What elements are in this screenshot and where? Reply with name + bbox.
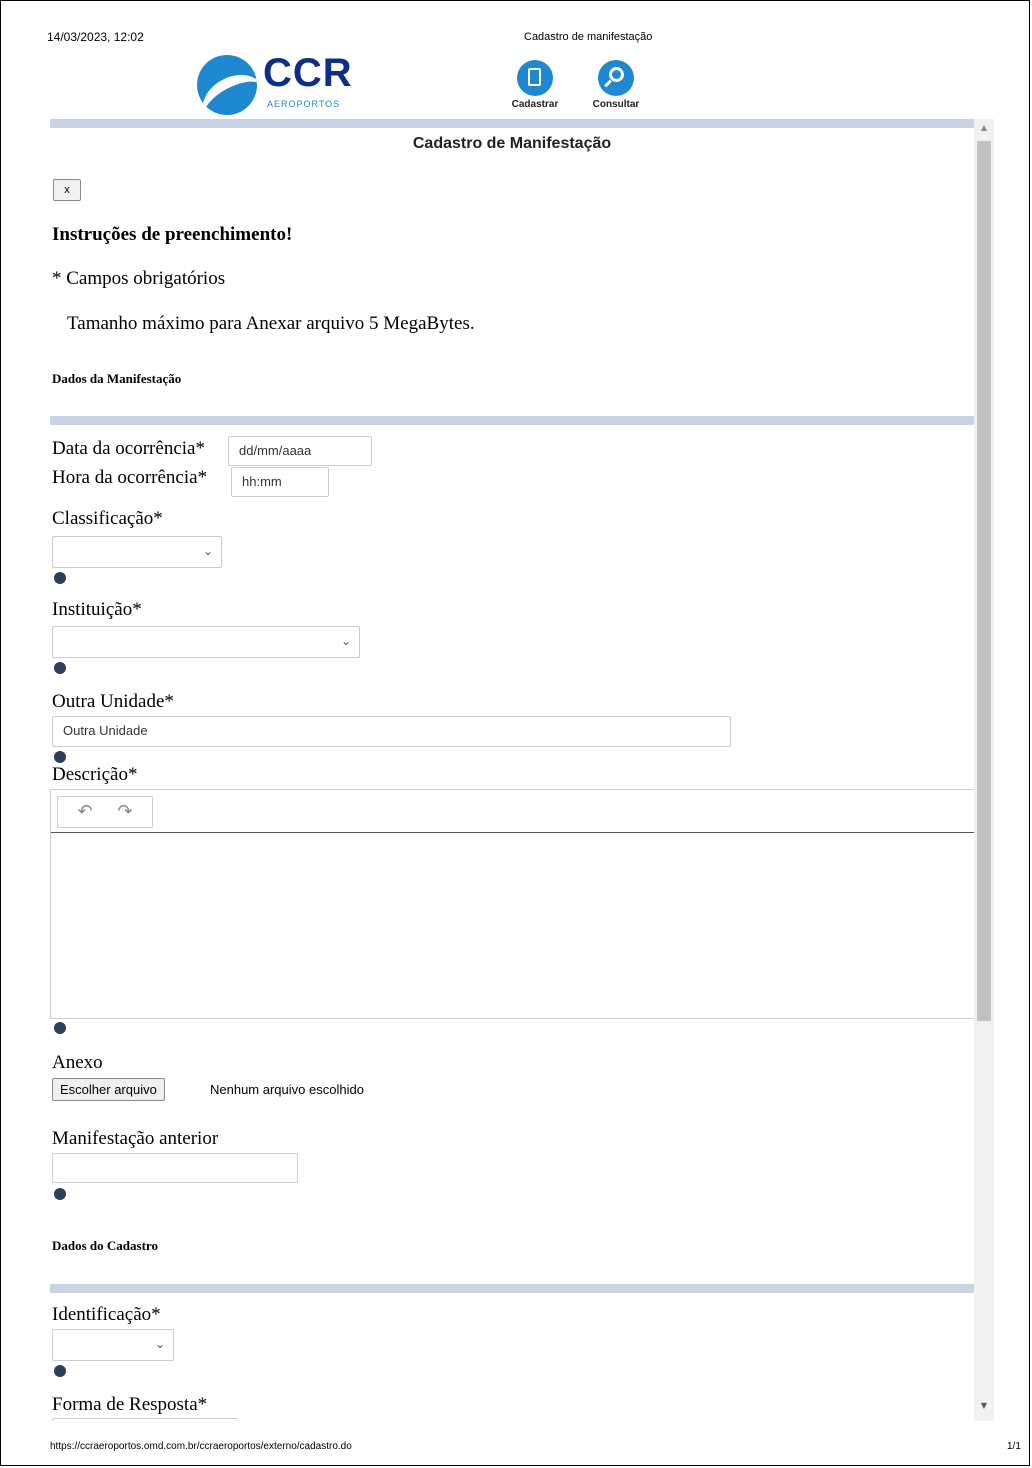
section-manifestation: Dados da Manifestação — [52, 371, 182, 386]
section-divider — [50, 119, 974, 128]
section-divider — [50, 416, 974, 425]
register-button[interactable]: Cadastrar — [505, 60, 565, 110]
instructions-title: Instruções de preenchimento! — [52, 224, 293, 245]
logo-emblem-icon — [197, 55, 257, 115]
editor-toolbar: ↶ ↷ — [51, 790, 974, 833]
print-datetime: 14/03/2023, 12:02 — [47, 30, 144, 44]
previous-manifestation-field[interactable] — [52, 1153, 298, 1183]
help-icon[interactable] — [54, 1022, 66, 1034]
date-field[interactable]: dd/mm/aaaa — [228, 436, 372, 466]
institution-select[interactable]: ⌄ — [52, 626, 360, 658]
print-footer-url: https://ccraeroportos.omd.com.br/ccraero… — [50, 1441, 352, 1452]
history-button-group: ↶ ↷ — [57, 796, 153, 828]
required-note: * Campos obrigatórios — [52, 268, 226, 289]
form-panel: Cadastro de Manifestação x Instruções de… — [50, 119, 974, 1421]
close-instructions-button[interactable]: x — [53, 179, 81, 201]
form-title: Cadastro de Manifestação — [412, 135, 612, 152]
register-label: Cadastrar — [511, 99, 559, 110]
logo-text: CCR — [263, 51, 353, 95]
max-size-note: Tamanho máximo para Anexar arquivo 5 Meg… — [67, 313, 475, 334]
date-label: Data da ocorrência* — [52, 438, 205, 459]
help-icon[interactable] — [54, 1188, 66, 1200]
search-button[interactable]: Consultar — [586, 60, 646, 110]
identification-label: Identificação* — [52, 1304, 161, 1325]
help-icon[interactable] — [54, 751, 66, 763]
scrollbar-thumb[interactable] — [977, 141, 991, 1021]
other-unit-label: Outra Unidade* — [52, 691, 174, 712]
attachment-label: Anexo — [52, 1052, 103, 1073]
previous-manifestation-label: Manifestação anterior — [52, 1128, 219, 1149]
print-footer-page: 1/1 — [1007, 1441, 1021, 1452]
undo-icon[interactable]: ↶ — [70, 801, 100, 822]
redo-icon[interactable]: ↷ — [110, 801, 140, 822]
chevron-down-icon: ⌄ — [340, 634, 351, 648]
help-icon[interactable] — [54, 572, 66, 584]
choose-file-button[interactable]: Escolher arquivo — [52, 1078, 165, 1101]
other-unit-field[interactable]: Outra Unidade — [52, 716, 731, 747]
description-editor[interactable]: ↶ ↷ — [50, 789, 974, 1019]
description-label: Descrição* — [52, 764, 138, 785]
scroll-down-icon[interactable]: ▼ — [974, 1401, 994, 1415]
vertical-scrollbar[interactable]: ▲ ▼ — [974, 119, 994, 1421]
scroll-up-icon[interactable]: ▲ — [974, 123, 994, 137]
section-divider — [50, 1284, 974, 1293]
help-icon[interactable] — [54, 662, 66, 674]
document-icon — [517, 60, 553, 96]
no-file-text: Nenhum arquivo escolhido — [210, 1082, 364, 1097]
classification-select[interactable]: ⌄ — [52, 536, 222, 568]
time-field[interactable]: hh:mm — [231, 467, 329, 497]
chevron-down-icon: ⌄ — [202, 544, 213, 558]
response-form-label: Forma de Resposta* — [52, 1394, 208, 1415]
classification-label: Classificação* — [52, 508, 163, 529]
search-label: Consultar — [592, 99, 640, 110]
magnifier-icon — [598, 60, 634, 96]
ccr-logo[interactable]: CCR AEROPORTOS — [197, 51, 357, 117]
chevron-down-icon: ⌄ — [154, 1337, 165, 1351]
logo-subtext: AEROPORTOS — [267, 99, 341, 109]
institution-label: Instituição* — [52, 599, 142, 620]
print-title: Cadastro de manifestação — [524, 31, 653, 43]
response-form-select[interactable] — [52, 1418, 238, 1421]
identification-select[interactable]: ⌄ — [52, 1329, 174, 1361]
section-registration: Dados do Cadastro — [52, 1238, 158, 1253]
help-icon[interactable] — [54, 1365, 66, 1377]
time-label: Hora da ocorrência* — [52, 467, 208, 488]
